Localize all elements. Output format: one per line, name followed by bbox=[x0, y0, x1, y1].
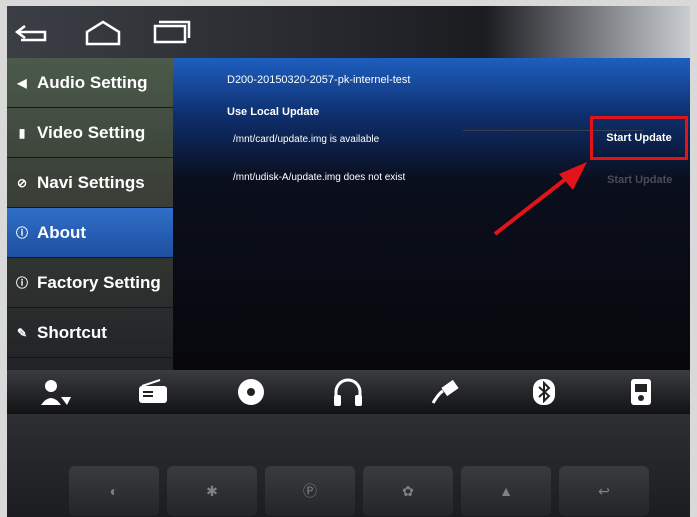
usb-icon[interactable] bbox=[429, 376, 463, 408]
media-player-icon[interactable] bbox=[624, 376, 658, 408]
bottom-dock bbox=[7, 370, 690, 414]
disc-icon[interactable] bbox=[234, 376, 268, 408]
annotation-arrow bbox=[493, 162, 587, 236]
parking-icon[interactable]: Ⓟ bbox=[265, 466, 355, 516]
back-icon[interactable]: ↩ bbox=[559, 466, 649, 516]
mute-icon[interactable]: ◐ bbox=[69, 466, 159, 516]
bluetooth-icon[interactable]: ✱ bbox=[167, 466, 257, 516]
radio-icon[interactable] bbox=[136, 376, 170, 408]
device-bezel: ◐ ✱ Ⓟ ✿ ▲ ↩ bbox=[7, 414, 690, 517]
bluetooth-icon[interactable] bbox=[527, 376, 561, 408]
settings-icon[interactable]: ✿ bbox=[363, 466, 453, 516]
head-unit-screen: ◀ Audio Setting ▮ Video Setting ⊘ Navi S… bbox=[7, 6, 690, 414]
headphones-icon[interactable] bbox=[331, 376, 365, 408]
navigation-icon[interactable] bbox=[39, 376, 73, 408]
eject-icon[interactable]: ▲ bbox=[461, 466, 551, 516]
